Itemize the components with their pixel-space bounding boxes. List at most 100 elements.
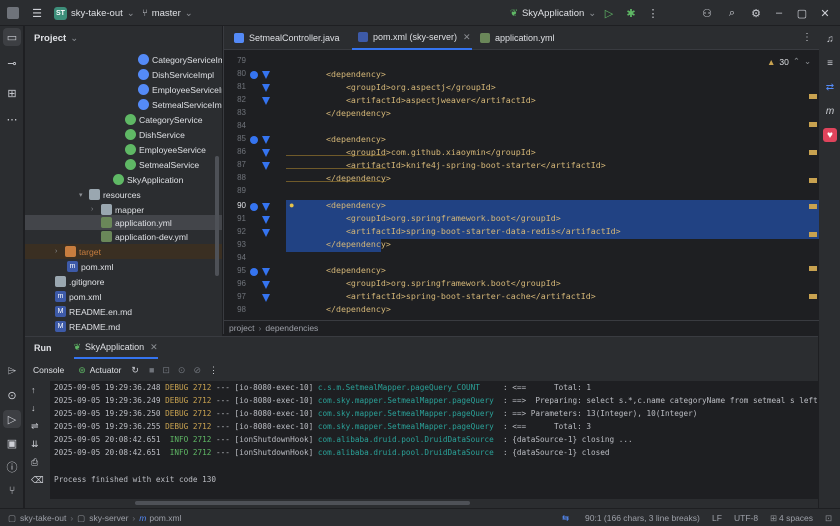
tab-pom-xml[interactable]: pom.xml (sky-server) ✕ bbox=[352, 26, 472, 50]
scroll-to-end-icon[interactable]: ⇊ bbox=[31, 439, 39, 450]
minimize-icon[interactable]: – bbox=[772, 6, 786, 20]
tree-item[interactable]: DishServiceImpl bbox=[25, 67, 222, 82]
code-line[interactable]: <dependency> bbox=[286, 200, 386, 213]
trash-icon[interactable]: ⌫ bbox=[31, 475, 44, 486]
git-icon[interactable]: ⑂ bbox=[3, 482, 21, 500]
more-tools-icon[interactable]: ⋯ bbox=[3, 110, 21, 128]
tab-setmeal-controller[interactable]: SetmealController.java bbox=[228, 26, 346, 50]
tree-item[interactable]: SkyApplication bbox=[25, 172, 222, 187]
tree-item[interactable]: ▾ resources bbox=[25, 187, 222, 202]
maximize-icon[interactable]: ▢ bbox=[795, 6, 809, 20]
code-line[interactable]: <groupId>org.springframework.boot</group… bbox=[286, 213, 561, 226]
warning-stripe[interactable] bbox=[809, 266, 817, 271]
code-line[interactable]: <artifactId>aspectjweaver</artifactId> bbox=[286, 95, 536, 108]
run-icon[interactable]: ▷ bbox=[602, 6, 616, 20]
tree-item[interactable]: EmployeeService bbox=[25, 142, 222, 157]
project-tool-folder-icon[interactable]: ▭ bbox=[3, 28, 21, 46]
console-output[interactable]: 2025-09-05 19:29:36.248 DEBUG 2712 --- [… bbox=[50, 381, 818, 499]
tree-item[interactable]: m pom.xml bbox=[25, 259, 222, 274]
debug-icon[interactable]: ✱ bbox=[624, 6, 638, 20]
tree-item[interactable]: .gitignore bbox=[25, 274, 222, 289]
chevron-right-icon[interactable]: › bbox=[55, 248, 65, 255]
tree-item[interactable]: M README.md bbox=[25, 319, 222, 334]
warning-stripe[interactable] bbox=[809, 232, 817, 237]
run-config-selector[interactable]: ❦ SkyApplication ⌄ bbox=[510, 0, 596, 26]
code-line[interactable]: </dependency> bbox=[286, 173, 391, 186]
tab-sky-application[interactable]: ❦ SkyApplication ✕ bbox=[73, 337, 158, 359]
notifications-bell-icon[interactable]: ♫ bbox=[823, 32, 837, 46]
readonly-icon[interactable]: ⊞ bbox=[770, 509, 777, 526]
dependency-gutter-icon[interactable] bbox=[250, 203, 258, 211]
breadcrumb-item[interactable]: dependencies bbox=[265, 323, 318, 333]
terminal-run-icon[interactable]: ⌲ bbox=[3, 362, 21, 380]
warning-stripe[interactable] bbox=[809, 122, 817, 127]
code-line[interactable]: <artifactId>spring-boot-starter-data-red… bbox=[286, 226, 621, 239]
gradle-icon[interactable]: ⇄ bbox=[823, 80, 837, 94]
more-options-icon[interactable]: ⋮ bbox=[209, 365, 218, 376]
search-icon[interactable]: ⌕ bbox=[725, 6, 739, 20]
status-path-item[interactable]: pom.xml bbox=[149, 513, 181, 523]
commit-icon[interactable]: ⊸ bbox=[3, 54, 21, 72]
console-horizontal-scrollbar[interactable] bbox=[135, 501, 470, 505]
project-switcher[interactable]: ST sky-take-out ⌄ bbox=[54, 0, 135, 26]
soft-wrap-icon[interactable]: ⇌ bbox=[31, 421, 39, 432]
warning-stripe[interactable] bbox=[809, 204, 817, 209]
transfer-icon[interactable]: ⇆ bbox=[562, 509, 569, 526]
tree-item[interactable]: CategoryServiceIm bbox=[25, 52, 222, 67]
code-line[interactable]: <dependency> bbox=[286, 134, 386, 147]
caret-position[interactable]: 90:1 (166 chars, 3 line breaks) bbox=[585, 509, 700, 526]
code-line[interactable]: <artifactId>spring-boot-starter-cache</a… bbox=[286, 291, 596, 304]
chevron-right-icon[interactable]: › bbox=[91, 206, 101, 213]
run-tool-icon[interactable]: ▷ bbox=[3, 410, 21, 428]
add-user-icon[interactable]: ⚇ bbox=[700, 6, 714, 20]
tree-item[interactable]: DishService bbox=[25, 127, 222, 142]
dependency-gutter-icon[interactable] bbox=[250, 268, 258, 276]
warning-stripe[interactable] bbox=[809, 150, 817, 155]
settings-gear-icon[interactable]: ⚙ bbox=[749, 6, 763, 20]
tree-item[interactable]: CategoryService bbox=[25, 112, 222, 127]
restore-layout-icon[interactable]: ⊘ bbox=[193, 365, 201, 376]
stop-icon-2[interactable]: ⊡ bbox=[162, 365, 170, 376]
code-line[interactable]: <dependency> bbox=[286, 69, 386, 82]
dependency-gutter-icon[interactable] bbox=[250, 71, 258, 79]
tree-item[interactable]: EmployeeServiceIn bbox=[25, 82, 222, 97]
print-icon[interactable]: ⎙ bbox=[31, 457, 38, 468]
maven-icon[interactable]: m bbox=[823, 104, 837, 118]
code-line[interactable]: <groupId>org.aspectj</groupId> bbox=[286, 82, 496, 95]
code-line[interactable]: <artifactId>knife4j-spring-boot-starter<… bbox=[286, 160, 606, 173]
camera-icon[interactable]: ⊙ bbox=[178, 365, 186, 376]
line-separator[interactable]: LF bbox=[712, 509, 722, 526]
rerun-icon[interactable]: ↻ bbox=[131, 365, 139, 376]
services-icon[interactable]: ⊙ bbox=[3, 386, 21, 404]
code-line[interactable]: </dependency> bbox=[286, 304, 391, 317]
main-menu-icon[interactable]: ☰ bbox=[30, 6, 44, 20]
tree-item[interactable]: SetmealServiceImp bbox=[25, 97, 222, 112]
tree-item[interactable]: › target bbox=[25, 244, 222, 259]
chevron-up-icon[interactable]: ⌃ bbox=[793, 56, 800, 67]
tree-item[interactable]: application-dev.yml bbox=[25, 229, 222, 244]
tree-item[interactable]: M README.en.md bbox=[25, 304, 222, 319]
tab-actuator[interactable]: Actuator bbox=[90, 365, 122, 375]
structure-icon[interactable]: ⊞ bbox=[3, 84, 21, 102]
code-line[interactable]: <groupId>org.springframework.boot</group… bbox=[286, 278, 561, 291]
chevron-down-icon[interactable]: ⌄ bbox=[804, 56, 811, 67]
tab-console[interactable]: Console bbox=[33, 365, 64, 375]
tree-item[interactable]: SetmealService bbox=[25, 157, 222, 172]
plugin-icon[interactable]: ♥ bbox=[823, 128, 837, 142]
warning-stripe[interactable] bbox=[809, 178, 817, 183]
lock-icon[interactable]: ⊡ bbox=[825, 509, 832, 526]
scroll-down-icon[interactable]: ↓ bbox=[31, 403, 36, 413]
close-tab-icon[interactable]: ✕ bbox=[150, 342, 158, 353]
file-encoding[interactable]: UTF-8 bbox=[734, 509, 758, 526]
tree-item-selected[interactable]: application.yml bbox=[25, 215, 222, 230]
project-panel-header[interactable]: Project ⌄ bbox=[25, 26, 222, 50]
problems-icon[interactable]: ⓘ bbox=[3, 458, 21, 476]
status-path-item[interactable]: sky-take-out bbox=[20, 513, 66, 523]
code-line[interactable]: </dependency> bbox=[286, 239, 391, 252]
tab-options-icon[interactable]: ⋮ bbox=[802, 32, 812, 43]
code-line[interactable]: <dependency> bbox=[286, 265, 386, 278]
project-scrollbar[interactable] bbox=[215, 156, 219, 276]
scroll-up-icon[interactable]: ↑ bbox=[31, 385, 36, 395]
warning-stripe[interactable] bbox=[809, 294, 817, 299]
branch-switcher[interactable]: ⑂ master ⌄ bbox=[142, 0, 193, 26]
